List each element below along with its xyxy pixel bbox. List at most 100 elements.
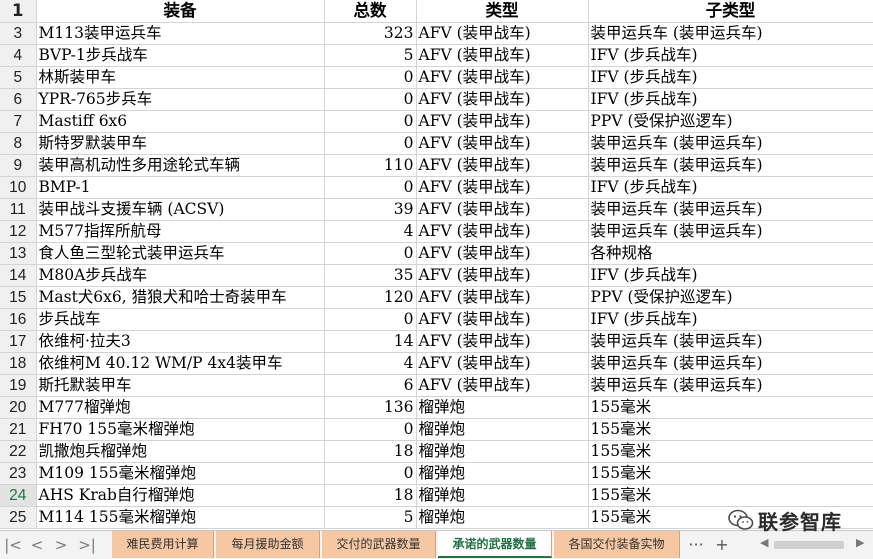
total-cell[interactable]: 323: [324, 22, 417, 45]
equipment-cell[interactable]: BMP-1: [36, 176, 325, 199]
scroll-left-icon[interactable]: ◀: [760, 536, 768, 549]
type-cell[interactable]: AFV (装甲战车): [416, 242, 589, 265]
scrollbar-thumb[interactable]: [774, 541, 844, 549]
equipment-cell[interactable]: YPR-765步兵车: [36, 88, 325, 111]
type-cell[interactable]: AFV (装甲战车): [416, 66, 589, 89]
row-number-cell[interactable]: 11: [0, 198, 37, 221]
equipment-cell[interactable]: M80A步兵战车: [36, 264, 325, 287]
subtype-cell[interactable]: IFV (步兵战车): [588, 66, 873, 89]
type-cell[interactable]: AFV (装甲战车): [416, 220, 589, 243]
total-cell[interactable]: 0: [324, 418, 417, 441]
row-number-cell[interactable]: 10: [0, 176, 37, 199]
equipment-cell[interactable]: 依维柯·拉夫3: [36, 330, 325, 353]
row-number-cell[interactable]: 13: [0, 242, 37, 265]
equipment-cell[interactable]: M109 155毫米榴弹炮: [36, 462, 325, 485]
row-number-cell[interactable]: 24: [0, 484, 37, 507]
row-number-cell[interactable]: 8: [0, 132, 37, 155]
total-cell[interactable]: 0: [324, 242, 417, 265]
type-cell[interactable]: AFV (装甲战车): [416, 44, 589, 67]
row-number-cell[interactable]: 14: [0, 264, 37, 287]
row-number-cell[interactable]: 6: [0, 88, 37, 111]
row-number-cell[interactable]: 20: [0, 396, 37, 419]
next-sheet-icon[interactable]: >: [50, 535, 72, 555]
subtype-cell[interactable]: 155毫米: [588, 484, 873, 507]
row-number-cell[interactable]: 23: [0, 462, 37, 485]
subtype-cell[interactable]: 155毫米: [588, 418, 873, 441]
equipment-cell[interactable]: 依维柯M 40.12 WM/P 4x4装甲车: [36, 352, 325, 375]
total-cell[interactable]: 14: [324, 330, 417, 353]
row-number-cell[interactable]: 25: [0, 506, 37, 529]
type-cell[interactable]: AFV (装甲战车): [416, 264, 589, 287]
subtype-cell[interactable]: IFV (步兵战车): [588, 308, 873, 331]
equipment-cell[interactable]: Mast犬6x6, 猎狼犬和哈士奇装甲车: [36, 286, 325, 309]
prev-sheet-icon[interactable]: <: [26, 535, 48, 555]
total-cell[interactable]: 35: [324, 264, 417, 287]
equipment-cell[interactable]: 斯特罗默装甲车: [36, 132, 325, 155]
total-cell[interactable]: 0: [324, 462, 417, 485]
total-cell[interactable]: 4: [324, 220, 417, 243]
subtype-cell[interactable]: 装甲运兵车 (装甲运兵车): [588, 352, 873, 375]
row-number-cell[interactable]: 1: [0, 0, 37, 23]
total-cell[interactable]: 136: [324, 396, 417, 419]
type-cell[interactable]: 榴弹炮: [416, 506, 589, 529]
type-cell[interactable]: AFV (装甲战车): [416, 330, 589, 353]
row-number-cell[interactable]: 22: [0, 440, 37, 463]
tab-monthly-aid[interactable]: 每月援助金额: [216, 531, 320, 558]
last-sheet-icon[interactable]: >|: [76, 535, 98, 555]
equipment-cell[interactable]: AHS Krab自行榴弹炮: [36, 484, 325, 507]
total-cell[interactable]: 18: [324, 484, 417, 507]
subtype-cell[interactable]: 装甲运兵车 (装甲运兵车): [588, 198, 873, 221]
row-number-cell[interactable]: 12: [0, 220, 37, 243]
column-header-total[interactable]: 总数: [324, 0, 417, 23]
type-cell[interactable]: AFV (装甲战车): [416, 22, 589, 45]
equipment-cell[interactable]: 装甲高机动性多用途轮式车辆: [36, 154, 325, 177]
type-cell[interactable]: AFV (装甲战车): [416, 286, 589, 309]
subtype-cell[interactable]: PPV (受保护巡逻车): [588, 110, 873, 133]
total-cell[interactable]: 120: [324, 286, 417, 309]
subtype-cell[interactable]: IFV (步兵战车): [588, 176, 873, 199]
type-cell[interactable]: 榴弹炮: [416, 462, 589, 485]
total-cell[interactable]: 0: [324, 132, 417, 155]
row-number-cell[interactable]: 15: [0, 286, 37, 309]
type-cell[interactable]: AFV (装甲战车): [416, 154, 589, 177]
total-cell[interactable]: 110: [324, 154, 417, 177]
add-sheet-icon[interactable]: +: [710, 534, 734, 556]
subtype-cell[interactable]: 装甲运兵车 (装甲运兵车): [588, 132, 873, 155]
subtype-cell[interactable]: 装甲运兵车 (装甲运兵车): [588, 22, 873, 45]
subtype-cell[interactable]: 155毫米: [588, 462, 873, 485]
total-cell[interactable]: 6: [324, 374, 417, 397]
row-number-cell[interactable]: 19: [0, 374, 37, 397]
total-cell[interactable]: 39: [324, 198, 417, 221]
row-number-cell[interactable]: 18: [0, 352, 37, 375]
subtype-cell[interactable]: IFV (步兵战车): [588, 264, 873, 287]
first-sheet-icon[interactable]: |<: [2, 535, 24, 555]
total-cell[interactable]: 0: [324, 66, 417, 89]
tab-pledged-weapons[interactable]: 承诺的武器数量: [438, 531, 552, 558]
total-cell[interactable]: 0: [324, 88, 417, 111]
column-header-subtype[interactable]: 子类型: [588, 0, 873, 23]
total-cell[interactable]: 0: [324, 176, 417, 199]
type-cell[interactable]: 榴弹炮: [416, 418, 589, 441]
tab-delivered-equipment[interactable]: 各国交付装备实物: [554, 531, 680, 558]
type-cell[interactable]: AFV (装甲战车): [416, 132, 589, 155]
subtype-cell[interactable]: 装甲运兵车 (装甲运兵车): [588, 374, 873, 397]
type-cell[interactable]: AFV (装甲战车): [416, 374, 589, 397]
row-number-cell[interactable]: 5: [0, 66, 37, 89]
column-header-type[interactable]: 类型: [416, 0, 589, 23]
type-cell[interactable]: AFV (装甲战车): [416, 176, 589, 199]
subtype-cell[interactable]: 装甲运兵车 (装甲运兵车): [588, 220, 873, 243]
type-cell[interactable]: AFV (装甲战车): [416, 198, 589, 221]
subtype-cell[interactable]: PPV (受保护巡逻车): [588, 286, 873, 309]
more-sheets-icon[interactable]: ···: [684, 534, 708, 556]
equipment-cell[interactable]: BVP-1步兵战车: [36, 44, 325, 67]
total-cell[interactable]: 18: [324, 440, 417, 463]
subtype-cell[interactable]: 装甲运兵车 (装甲运兵车): [588, 330, 873, 353]
subtype-cell[interactable]: 155毫米: [588, 396, 873, 419]
scroll-right-icon[interactable]: ▶: [856, 536, 864, 549]
spreadsheet-grid[interactable]: 1 装备 总数 类型 子类型 3 M113装甲运兵车 323 AFV (装甲战车) 装甲…: [0, 0, 873, 530]
equipment-cell[interactable]: M113装甲运兵车: [36, 22, 325, 45]
column-header-equipment[interactable]: 装备: [36, 0, 325, 23]
equipment-cell[interactable]: FH70 155毫米榴弹炮: [36, 418, 325, 441]
subtype-cell[interactable]: 155毫米: [588, 440, 873, 463]
total-cell[interactable]: 5: [324, 44, 417, 67]
